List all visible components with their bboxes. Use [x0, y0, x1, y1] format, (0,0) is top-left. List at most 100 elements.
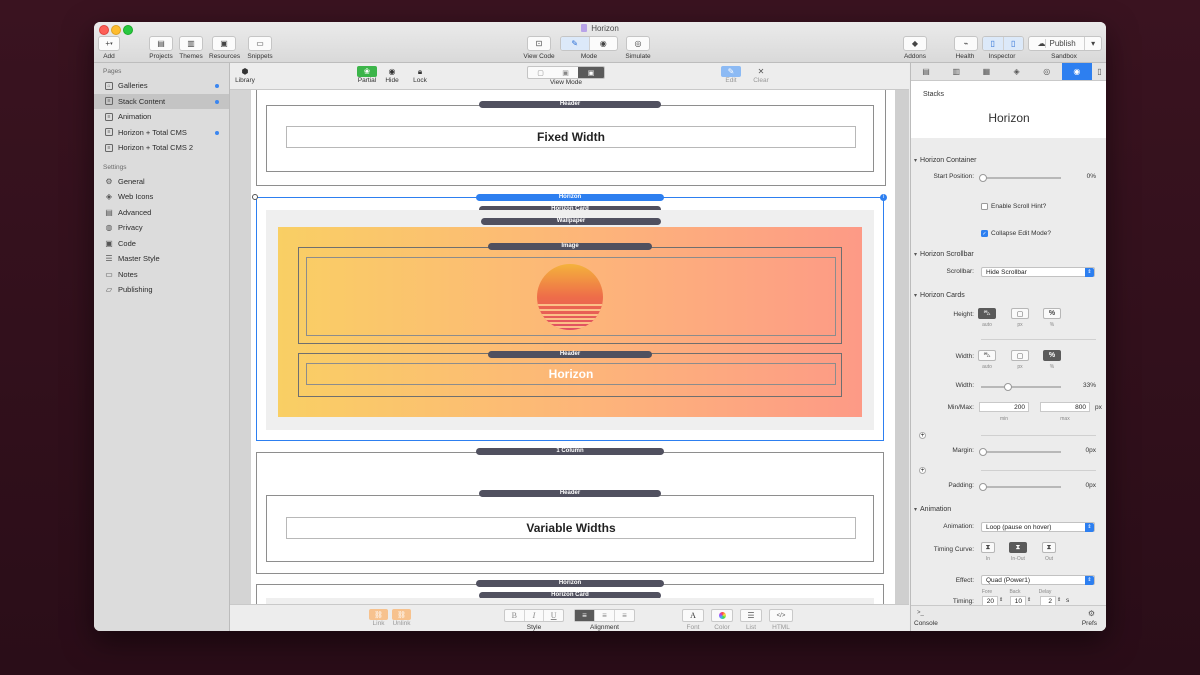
width-auto-car-icon[interactable]: ⛍ — [978, 350, 996, 361]
margin-slider[interactable] — [979, 448, 1061, 456]
back-stepper-icon[interactable]: ⇕ — [1027, 597, 1031, 603]
view-code-button[interactable]: ⊡ View Code — [522, 36, 556, 60]
ease-inout-hourglass-icon[interactable]: ⧗ — [1009, 542, 1027, 553]
start-position-slider[interactable] — [979, 174, 1061, 182]
sidebar-settings-item[interactable]: ▤ Advanced — [94, 205, 229, 221]
horizon-cards-section[interactable]: Horizon Cards — [914, 292, 965, 299]
align-left-icon[interactable]: ≡ — [575, 610, 595, 621]
sidebar-settings-item[interactable]: ☰ Master Style — [94, 251, 229, 267]
sliders-icon[interactable]: ⚙ — [1088, 609, 1095, 618]
wallpaper-pill[interactable]: Wallpaper — [481, 218, 661, 225]
animation-section[interactable]: Animation — [914, 506, 951, 513]
stacks-inspector-icon[interactable]: ◉ — [1061, 63, 1092, 80]
align-center-icon[interactable]: ≡ — [595, 610, 615, 621]
target-inspector-icon[interactable]: ◎ — [1032, 63, 1062, 80]
console-icon[interactable]: >_ — [917, 610, 924, 616]
publish-button[interactable]: ☁ Publish — [1029, 37, 1086, 50]
height-percent-icon[interactable]: % — [1043, 308, 1061, 319]
edit-mode-pencil-icon[interactable]: ✎ — [561, 37, 590, 50]
sidebar-settings-item[interactable]: ◈ Web Icons — [94, 189, 229, 205]
hide-button[interactable]: ◉ Hide — [382, 66, 402, 84]
library-button[interactable]: ⬢ Library — [234, 66, 256, 84]
scroll-hint-checkbox[interactable] — [981, 203, 988, 210]
italic-button[interactable]: I — [525, 610, 545, 621]
ease-out-hourglass-icon[interactable]: ⧗ — [1042, 542, 1056, 553]
sidebar-page-item[interactable]: ≡ Stack Content — [94, 93, 229, 109]
header-pill-3[interactable]: Header — [479, 490, 661, 497]
margin-expand-icon[interactable]: + — [919, 432, 926, 439]
image-stack[interactable] — [298, 247, 842, 344]
remove-stack-icon[interactable] — [252, 194, 258, 200]
publish-control[interactable]: ☁ Publish ▾ Sandbox — [1028, 36, 1102, 60]
sidebar-settings-item[interactable]: ◍ Privacy — [94, 220, 229, 236]
view-mode-large-icon[interactable]: ▣ — [578, 67, 604, 78]
inspector-toggle[interactable]: ▯ ▯ Inspector — [982, 36, 1024, 60]
underline-button[interactable]: U — [544, 610, 563, 621]
addons-button[interactable]: ◆ Addons — [902, 36, 928, 60]
sidebar-page-item[interactable]: ≡ Animation — [94, 109, 229, 125]
height-auto-car-icon[interactable]: ⛍ — [978, 308, 996, 319]
horizon-scrollbar-section[interactable]: Horizon Scrollbar — [914, 251, 974, 258]
min-width-field[interactable]: 200 — [979, 402, 1029, 412]
partial-button[interactable]: ❀ Partial — [356, 66, 378, 84]
prefs-button[interactable]: Prefs — [1082, 620, 1097, 627]
scrollbar-select[interactable]: Hide Scrollbar ⇕ — [981, 267, 1095, 277]
sidebar-page-item[interactable]: ⌂ Galleries — [94, 78, 229, 94]
add-button[interactable]: + ▾ Add — [98, 36, 120, 60]
one-column-pill[interactable]: 1 Column — [476, 448, 664, 455]
console-button[interactable]: Console — [914, 620, 938, 627]
more-inspector-icon[interactable]: ▯ — [1092, 63, 1106, 80]
sidebar-page-item[interactable]: ≡ Horizon + Total CMS — [94, 125, 229, 141]
max-width-field[interactable]: 800 — [1040, 402, 1090, 412]
image-pill[interactable]: Image — [488, 243, 652, 250]
sidebar-settings-item[interactable]: ⚙ General — [94, 174, 229, 190]
mode-control[interactable]: ✎ ◉ Mode — [560, 36, 618, 60]
wallpaper-gradient[interactable]: Horizon — [278, 227, 862, 417]
sidebar-settings-item[interactable]: ▱ Publishing — [94, 282, 229, 298]
variable-widths-heading[interactable]: Variable Widths — [286, 517, 856, 539]
animation-select[interactable]: Loop (pause on hover) ⇕ — [981, 522, 1095, 532]
fixed-width-heading[interactable]: Fixed Width — [286, 126, 856, 148]
horizon-heading[interactable]: Horizon — [306, 363, 836, 385]
header-stack-3[interactable]: Variable Widths — [266, 495, 874, 562]
page-inspector-icon[interactable]: ▤ — [911, 63, 941, 80]
clear-button[interactable]: ✕ Clear — [750, 66, 772, 84]
width-slider[interactable] — [981, 383, 1061, 391]
color-button[interactable]: Color — [711, 609, 733, 631]
view-mode-small-icon[interactable]: ▢ — [528, 69, 553, 77]
simulate-button[interactable]: ◎ Simulate — [624, 36, 652, 60]
view-mode-control[interactable]: ▢ ▣ ▣ View Mode — [527, 66, 605, 86]
header-pill-2[interactable]: Header — [488, 351, 652, 358]
tag-inspector-icon[interactable]: ◈ — [1001, 63, 1031, 80]
link-icon[interactable]: ⛓ — [369, 609, 388, 620]
right-panel-icon[interactable]: ▯ — [1003, 37, 1023, 50]
canvas-scrollbar[interactable] — [895, 90, 909, 604]
width-px-icon[interactable]: ▢ — [1011, 350, 1029, 361]
height-px-icon[interactable]: ▢ — [1011, 308, 1029, 319]
info-icon[interactable]: i — [880, 194, 887, 201]
header-pill-1[interactable]: Header — [479, 101, 661, 108]
unlink-icon[interactable]: ⛓ — [392, 609, 411, 620]
header-stack-2[interactable]: Horizon — [298, 353, 842, 397]
sidebar-settings-item[interactable]: ▭ Notes — [94, 267, 229, 283]
page-canvas[interactable]: Fixed Width Header i Horizon Horizon Car… — [251, 90, 895, 604]
align-right-icon[interactable]: ≡ — [615, 610, 634, 621]
horizon-container-section[interactable]: Horizon Container — [914, 157, 976, 164]
padding-expand-icon[interactable]: + — [919, 467, 926, 474]
header-stack[interactable]: Fixed Width — [266, 105, 874, 172]
edit-button[interactable]: ✎ Edit — [720, 66, 742, 84]
list-button[interactable]: ☰ List — [740, 609, 762, 631]
sidebar-settings-item[interactable]: ▣ Code — [94, 236, 229, 252]
padding-slider[interactable] — [979, 483, 1061, 491]
horizon-pill-2[interactable]: Horizon — [476, 580, 664, 587]
themes-button[interactable]: ▥ Themes — [179, 36, 203, 60]
effect-select[interactable]: Quad (Power1) ⇕ — [981, 575, 1095, 585]
resources-button[interactable]: ▣ Resources — [209, 36, 240, 60]
snippets-button[interactable]: ▭ Snippets — [247, 36, 273, 60]
preview-eye-icon[interactable]: ◉ — [590, 37, 618, 50]
lock-button[interactable]: 🔒︎ Lock — [410, 66, 430, 85]
bold-button[interactable]: B — [505, 610, 525, 621]
html-button[interactable]: </> HTML — [769, 609, 793, 631]
publish-menu-chevron-icon[interactable]: ▾ — [1085, 37, 1101, 50]
view-mode-medium-icon[interactable]: ▣ — [553, 69, 578, 77]
